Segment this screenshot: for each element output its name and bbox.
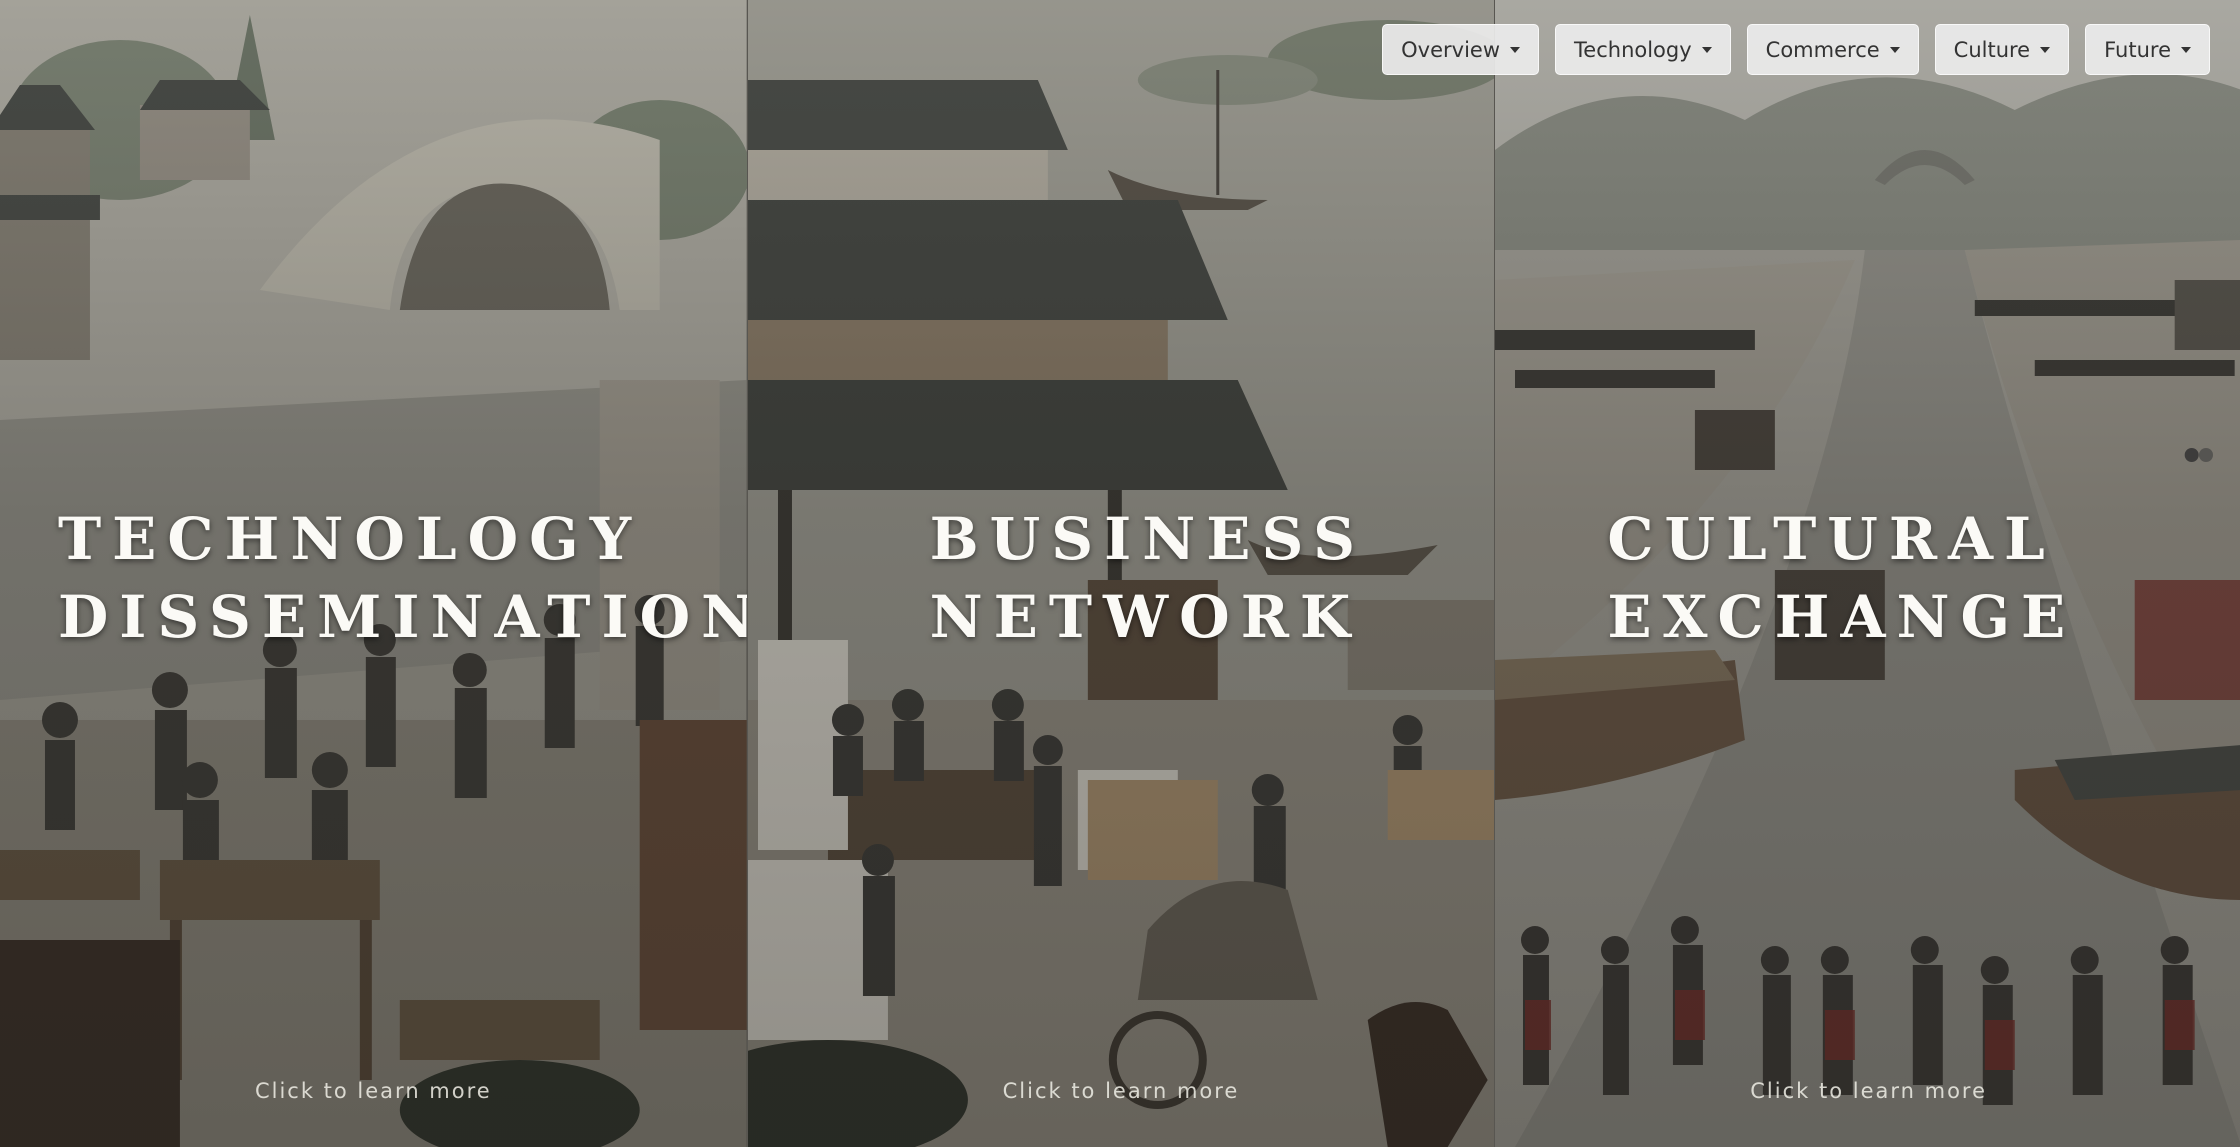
caret-down-icon: [1510, 46, 1521, 53]
nav-commerce-dropdown[interactable]: Commerce: [1746, 24, 1919, 75]
caret-down-icon: [1701, 46, 1712, 53]
caret-down-icon: [1889, 46, 1900, 53]
learn-more-link[interactable]: Click to learn more: [0, 1079, 747, 1103]
feature-panels: TECHNOLOGY DISSEMINATION Click to learn …: [0, 0, 2240, 1147]
panel-title-line: DISSEMINATION: [58, 583, 748, 651]
nav-label: Overview: [1401, 37, 1501, 62]
panel-title-line: CULTURAL: [1607, 505, 2056, 573]
nav-label: Commerce: [1765, 37, 1880, 62]
nav-label: Technology: [1574, 37, 1692, 62]
panel-title-line: TECHNOLOGY: [58, 505, 643, 573]
panel-technology[interactable]: TECHNOLOGY DISSEMINATION Click to learn …: [0, 0, 748, 1147]
panel-title-line: BUSINESS: [929, 505, 1366, 573]
panel-culture[interactable]: CULTURAL EXCHANGE Click to learn more: [1495, 0, 2240, 1147]
panel-title-line: NETWORK: [929, 583, 1362, 651]
panel-title: TECHNOLOGY DISSEMINATION: [58, 500, 748, 656]
page: TECHNOLOGY DISSEMINATION Click to learn …: [0, 0, 2240, 1147]
nav-label: Future: [2104, 37, 2171, 62]
panel-title-line: EXCHANGE: [1607, 583, 2077, 651]
panel-title: CULTURAL EXCHANGE: [1607, 500, 2076, 656]
nav-culture-dropdown[interactable]: Culture: [1934, 24, 2070, 75]
caret-down-icon: [2181, 46, 2191, 53]
nav-future-dropdown[interactable]: Future: [2085, 24, 2210, 75]
learn-more-link[interactable]: Click to learn more: [748, 1079, 1495, 1103]
top-nav: Overview Technology Commerce Culture Fut…: [1382, 24, 2210, 75]
panel-business[interactable]: BUSINESS NETWORK Click to learn more: [747, 0, 1496, 1147]
panel-title: BUSINESS NETWORK: [930, 500, 1366, 656]
nav-technology-dropdown[interactable]: Technology: [1555, 24, 1731, 75]
nav-label: Culture: [1953, 37, 2031, 62]
learn-more-link[interactable]: Click to learn more: [1495, 1079, 2240, 1103]
caret-down-icon: [2040, 46, 2051, 53]
nav-overview-dropdown[interactable]: Overview: [1382, 24, 1540, 75]
